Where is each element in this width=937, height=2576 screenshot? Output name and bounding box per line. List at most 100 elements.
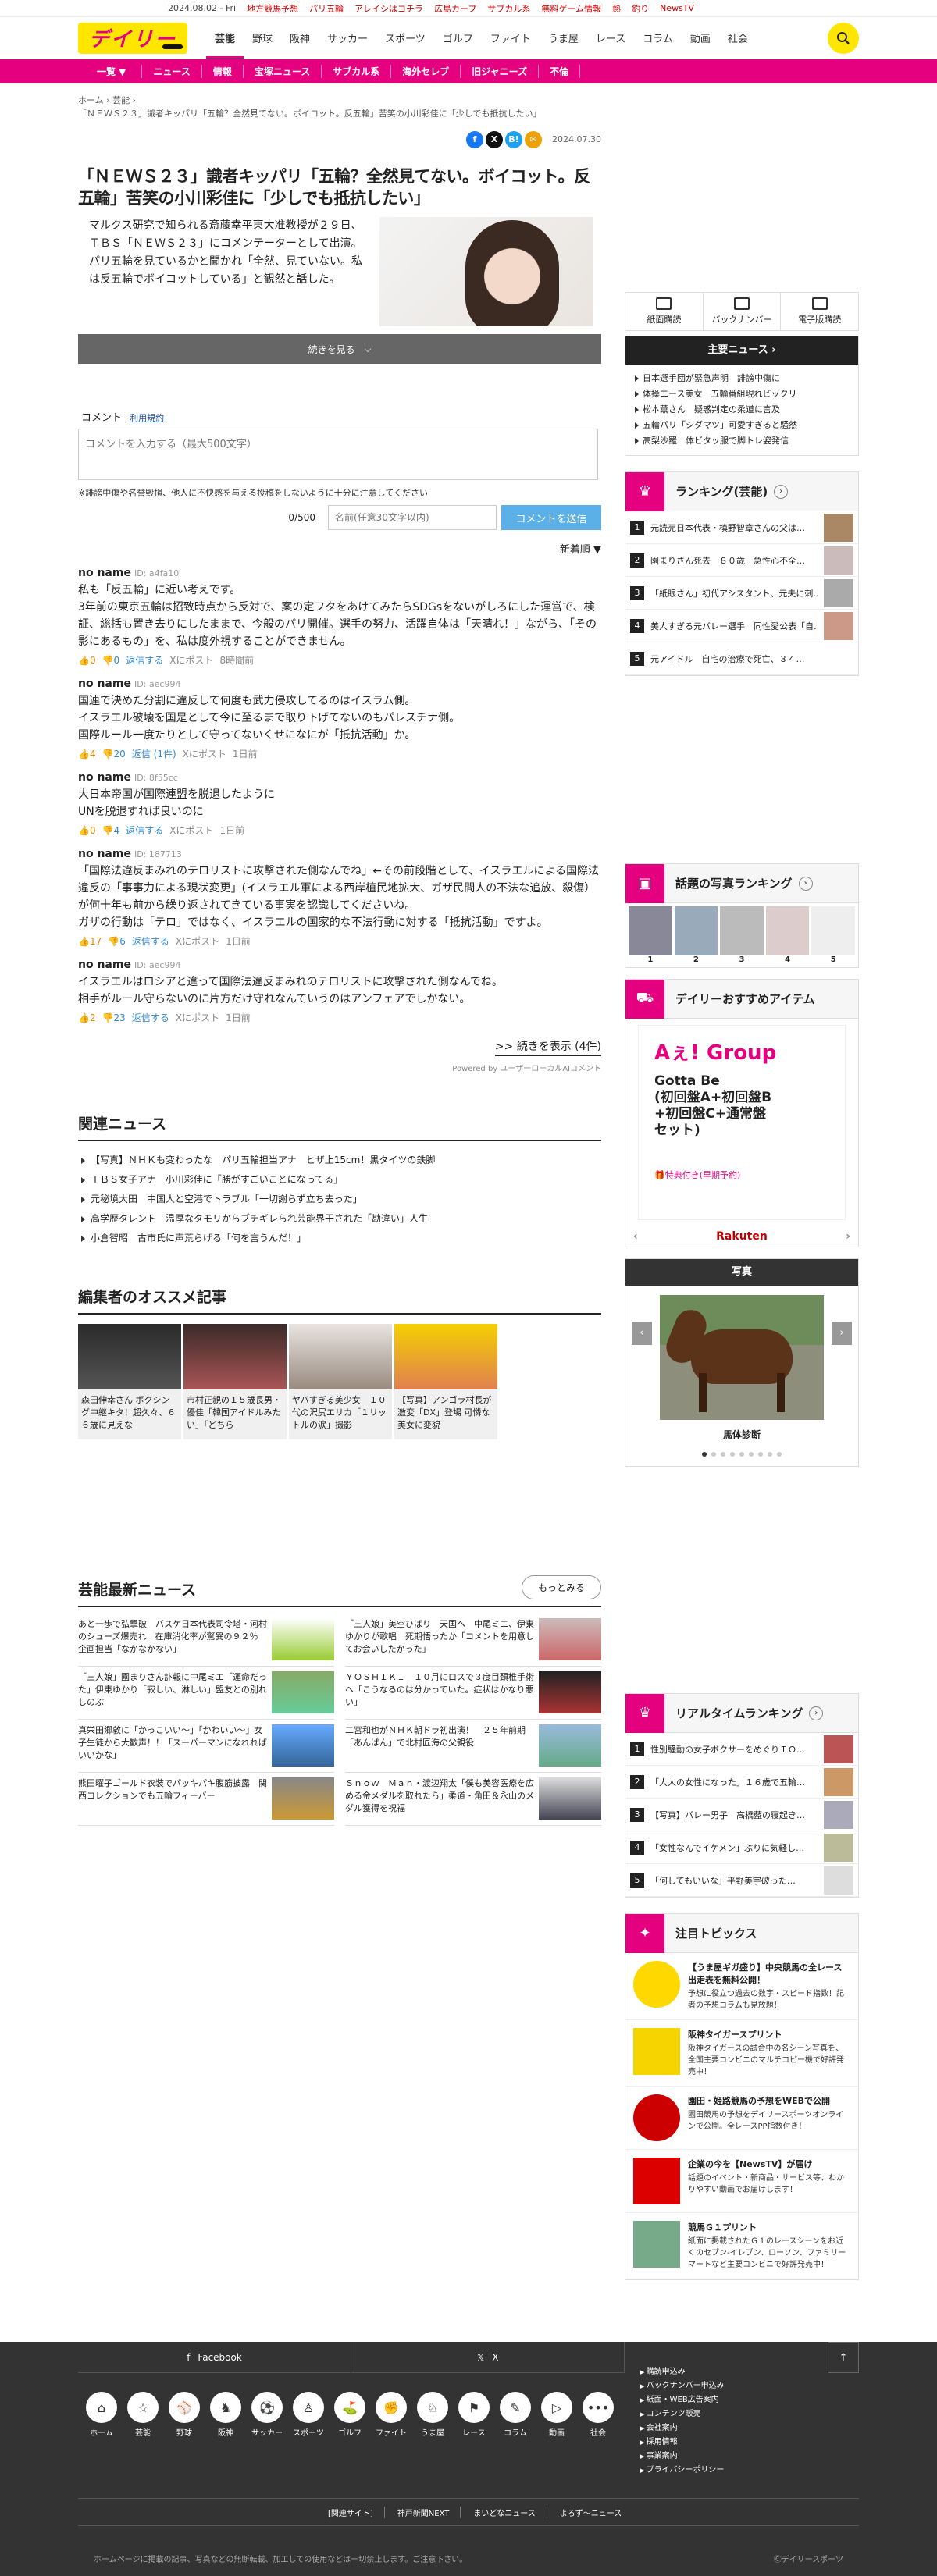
topic-item[interactable]: 園田・姫路競馬の予想をWEBで公開 園田競馬の予想をデイリースポーツオンラインで公…: [625, 2087, 858, 2150]
photo-thumb[interactable]: 4: [765, 906, 810, 964]
thumbs-up-button[interactable]: 👍0: [78, 655, 96, 666]
pocket-share-icon[interactable]: ✉: [525, 131, 542, 148]
footer-cat[interactable]: ⛳ ゴルフ: [333, 2392, 367, 2438]
nav-item-geinou[interactable]: 芸能: [206, 17, 244, 59]
footer-link[interactable]: 採用情報: [640, 2435, 725, 2450]
photo-thumb[interactable]: 3: [720, 906, 764, 964]
horse-photo[interactable]: [660, 1295, 824, 1420]
headline-item[interactable]: 松本薫さん 疑惑判定の柔道に言及: [635, 402, 852, 418]
news-item[interactable]: 「三人娘」美空ひばり 天国へ 中尾ミエ、伊東ゆかりが歌唱 死期悟ったか「コメント…: [345, 1614, 601, 1667]
breadcrumb-category[interactable]: 芸能: [112, 95, 130, 105]
top-link[interactable]: 地方競馬予想: [247, 2, 298, 15]
footer-cat[interactable]: ⚑ レース: [457, 2392, 491, 2438]
x-link[interactable]: 𝕏X: [351, 2342, 625, 2372]
footer-cat[interactable]: ✊ ファイト: [374, 2392, 408, 2438]
arrow-right-icon[interactable]: ›: [809, 1706, 824, 1720]
related-site-link[interactable]: まいどなニュース: [473, 2506, 547, 2518]
related-item[interactable]: 元秘境大田 中国人と空港でトラブル「一切謝らず立ち去った」: [78, 1190, 601, 1209]
news-item[interactable]: 真栄田郷敦に「かっこいい～」「かわいい～」女子生徒から大歓声！！「スーパーマンに…: [78, 1720, 334, 1773]
reply-button[interactable]: 返信する: [132, 1011, 169, 1024]
ranking-item[interactable]: 4 美人すぎる元バレー選手 同性愛公表「自…: [625, 610, 858, 642]
footer-cat[interactable]: ▷ 動画: [540, 2392, 574, 2438]
news-item[interactable]: あと一歩で弘撃破 バスケ日本代表司令塔・河村のシューズ爆売れ 在庫消化率が驚異の…: [78, 1614, 334, 1667]
paper-subscribe-button[interactable]: 紙面購読: [625, 293, 704, 330]
comment-input[interactable]: [78, 429, 598, 480]
chevron-left-icon[interactable]: ‹: [633, 1230, 638, 1243]
top-link[interactable]: アレイシはコチラ: [354, 2, 423, 15]
reply-button[interactable]: 返信する: [126, 653, 163, 667]
ranking-item[interactable]: 2 園まりさん死去 ８０歳 急性心不全…: [625, 544, 858, 577]
nav-item[interactable]: 社会: [719, 30, 757, 45]
headline-item[interactable]: 日本選手団が緊急声明 誹謗中傷に: [635, 371, 852, 386]
photo-thumb[interactable]: 2: [674, 906, 718, 964]
read-more-button[interactable]: 続きを見る ⌵: [78, 334, 601, 364]
hatena-share-icon[interactable]: B!: [505, 131, 522, 148]
chevron-left-icon[interactable]: ‹: [632, 1322, 652, 1345]
top-link[interactable]: NewsTV: [660, 3, 694, 13]
ranking-item[interactable]: 1 元読売日本代表・槙野智章さんの父は…: [625, 511, 858, 544]
x-post-button[interactable]: Xにポスト: [183, 747, 226, 760]
topic-item[interactable]: 競馬Ｇ１プリント 紙面に掲載されたＧ１のレースシーンをお近くのセブン-イレブン、ロ…: [625, 2213, 858, 2279]
footer-link[interactable]: バックナンバー申込み: [640, 2379, 725, 2393]
carousel-dots[interactable]: [625, 1452, 858, 1457]
footer-link[interactable]: 事業案内: [640, 2450, 725, 2464]
top-link[interactable]: パリ五輪: [309, 2, 344, 15]
ranking-item[interactable]: 5 「何してもいいな」平野美宇破った…: [625, 1864, 858, 1897]
x-share-icon[interactable]: X: [486, 131, 503, 148]
top-link[interactable]: 釣り: [632, 2, 649, 15]
sort-select[interactable]: 新着順 ▼: [78, 541, 601, 556]
footer-cat[interactable]: ⚽ サッカー: [250, 2392, 284, 2438]
news-item[interactable]: ＹＯＳＨＩＫＩ １０月にロスで３度目頚椎手術へ「こうなるのは分かっていた。症状は…: [345, 1667, 601, 1720]
nav-item[interactable]: うま屋: [540, 30, 587, 45]
pick-card[interactable]: 市村正親の１５歳長男・優佳「韓国アイドルみたい」「どちら: [183, 1324, 287, 1439]
footer-link[interactable]: 紙面・WEB広告案内: [640, 2393, 725, 2407]
nav-item[interactable]: スポーツ: [376, 30, 434, 45]
product-ad[interactable]: Aぇ! Group Gotta Be (初回盤A+初回盤B +初回盤C+通常盤 …: [638, 1025, 846, 1220]
news-item[interactable]: 二宮和也がＮＨＫ朝ドラ初出演！ ２５年前期「あんぱん」で北村匠海の父親役: [345, 1720, 601, 1773]
top-link[interactable]: 無料ゲーム情報: [541, 2, 601, 15]
site-logo[interactable]: デイリー: [78, 22, 187, 54]
top-link[interactable]: サブカル系: [487, 2, 530, 15]
related-item[interactable]: 【写真】ＮＨＫも変わったな パリ五輪担当アナ ヒザ上15cm！黒タイツの鉄脚: [78, 1151, 601, 1170]
thumbs-up-button[interactable]: 👍4: [78, 749, 96, 760]
nav-item[interactable]: ゴルフ: [434, 30, 482, 45]
x-post-button[interactable]: Xにポスト: [169, 824, 213, 837]
subnav-menu[interactable]: 一覧 ▼: [78, 64, 143, 78]
facebook-link[interactable]: f Facebook: [78, 2342, 351, 2372]
search-button[interactable]: [828, 22, 859, 54]
footer-cat[interactable]: ♘ うま屋: [415, 2392, 450, 2438]
footer-cat[interactable]: ✎ コラム: [498, 2392, 533, 2438]
top-link[interactable]: 広島カープ: [434, 2, 476, 15]
reply-button[interactable]: 返信する: [132, 934, 169, 948]
thumbs-down-button[interactable]: 👎23: [102, 1012, 126, 1023]
see-more-button[interactable]: もっとみる: [521, 1575, 601, 1599]
thumbs-up-button[interactable]: 👍17: [78, 936, 102, 947]
subnav-item[interactable]: ニュース: [142, 64, 202, 78]
nav-item[interactable]: 阪神: [281, 30, 319, 45]
subnav-item[interactable]: 情報: [202, 64, 244, 78]
ranking-item[interactable]: 2 「大人の女性になった」１６歳で五輪…: [625, 1766, 858, 1799]
related-item[interactable]: 小倉智昭 古市氏に声荒らげる「何を言うんだ！」: [78, 1229, 601, 1248]
ranking-item[interactable]: 3 【写真】バレー男子 高橋藍の寝起き…: [625, 1799, 858, 1831]
topic-item[interactable]: 企業の今を【NewsTV】が届け 話題のイベント・新商品・サービス等、わかりやすい…: [625, 2150, 858, 2213]
headline-item[interactable]: 五輪パリ「シダマツ」可愛すぎると騒然: [635, 418, 852, 433]
x-post-button[interactable]: Xにポスト: [176, 934, 219, 948]
rakuten-logo[interactable]: Rakuten: [716, 1230, 768, 1243]
related-site-link[interactable]: よろず～ニュース: [560, 2507, 633, 2518]
topic-item[interactable]: 阪神タイガースプリント 阪神タイガースの試合中の名シーン写真を、全国主要コンビニの…: [625, 2020, 858, 2087]
backnumber-button[interactable]: バックナンバー: [704, 293, 782, 330]
news-item[interactable]: 「三人娘」園まりさん訃報に中尾ミエ「運命だった」伊東ゆかり「寂しい、淋しい」盟友…: [78, 1667, 334, 1720]
send-comment-button[interactable]: コメントを送信: [501, 505, 601, 530]
chevron-right-icon[interactable]: ›: [832, 1322, 852, 1345]
article-photo[interactable]: [379, 217, 593, 326]
top-link[interactable]: 熱: [612, 2, 621, 15]
x-post-button[interactable]: Xにポスト: [169, 653, 213, 667]
subnav-item[interactable]: 不倫: [539, 64, 581, 78]
nav-item[interactable]: 動画: [682, 30, 719, 45]
topic-item[interactable]: 【うま屋ギガ盛り】中央競馬の全レース出走表を無料公開！ 予想に役立つ過去の数字・ス…: [625, 1953, 858, 2020]
arrow-right-icon[interactable]: ›: [798, 876, 813, 891]
arrow-right-icon[interactable]: ›: [774, 484, 789, 499]
show-more-comments[interactable]: >> 続きを表示 (4件): [78, 1038, 601, 1056]
pick-card[interactable]: ヤバすぎる美少女 １０代の沢尻エリカ「１リットルの涙」撮影: [289, 1324, 392, 1439]
subnav-item[interactable]: サブカル系: [322, 64, 392, 78]
